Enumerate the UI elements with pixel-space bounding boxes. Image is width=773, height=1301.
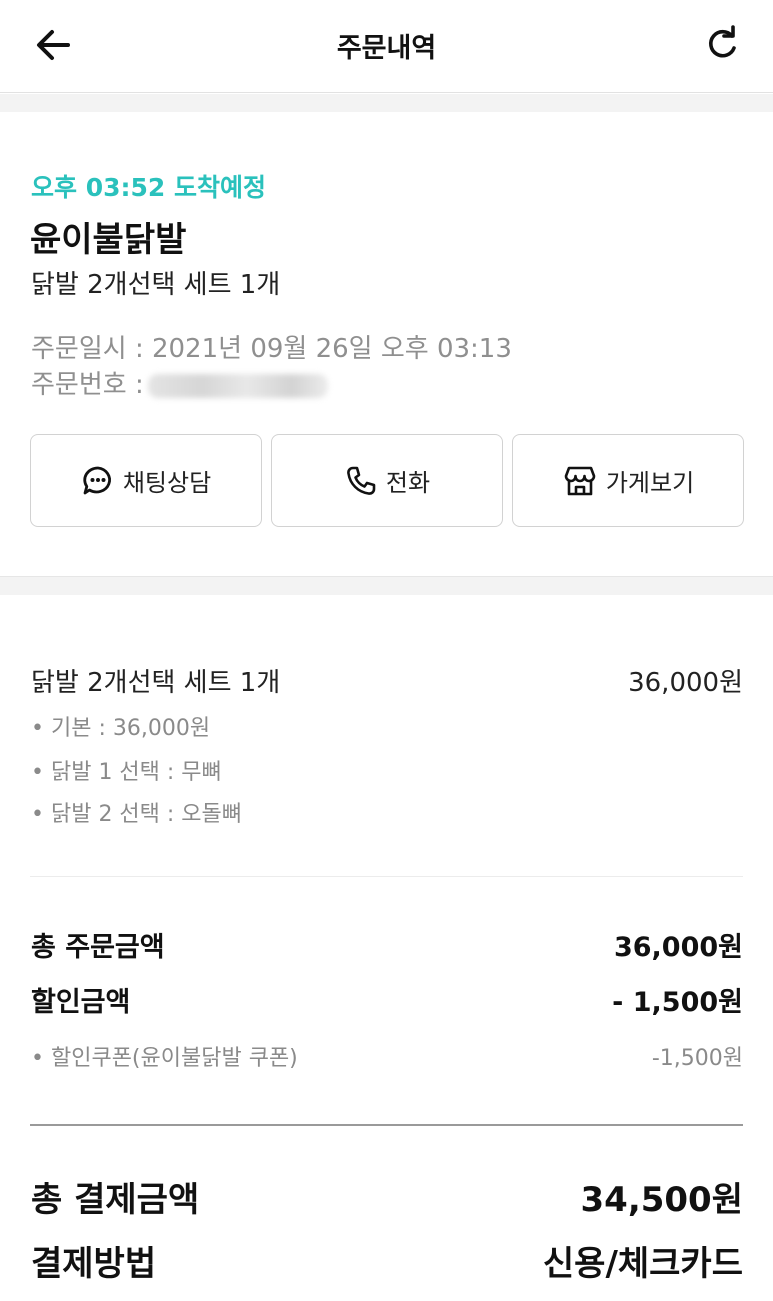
payment-method-row: 결제방법 신용/체크카드 — [31, 1236, 743, 1285]
chat-bubble-icon — [83, 466, 111, 494]
coupon-label: • 할인쿠폰(윤이불닭발 쿠폰) — [31, 1046, 298, 1071]
item-option: • 기본 : 36,000원 — [31, 716, 211, 741]
call-button[interactable]: 전화 — [271, 434, 503, 527]
order-number-redacted — [147, 373, 328, 398]
store-name: 윤이불닭발 — [30, 220, 187, 260]
page-title: 주문내역 — [336, 33, 437, 64]
divider — [30, 876, 743, 877]
refresh-icon — [709, 25, 736, 58]
menu-summary: 닭발 2개선택 세트 1개 — [31, 270, 281, 300]
phone-icon — [347, 466, 376, 495]
view-store-label: 가게보기 — [605, 469, 695, 497]
coupon-value: -1,500원 — [651, 1046, 743, 1071]
total-order-value: 36,000원 — [613, 932, 743, 963]
chat-consult-button[interactable]: 채팅상담 — [30, 434, 262, 527]
item-option: • 닭발 2 선택 : 오돌뼈 — [31, 802, 243, 827]
payment-method-label: 결제방법 — [31, 1244, 157, 1284]
total-order-label: 총 주문금액 — [31, 932, 165, 963]
divider — [30, 1124, 743, 1126]
item-price: 36,000원 — [628, 668, 743, 698]
store-icon — [564, 466, 596, 495]
call-label: 전화 — [385, 469, 431, 497]
view-store-button[interactable]: 가게보기 — [512, 434, 744, 527]
total-payment-row: 총 결제금액 34,500원 — [31, 1172, 743, 1221]
eta-text: 오후 03:52 도착예정 — [31, 173, 266, 202]
item-option: • 닭발 1 선택 : 무뼈 — [31, 760, 222, 785]
order-item-row: 닭발 2개선택 세트 1개 36,000원 — [31, 662, 743, 699]
order-number: 주문번호 : — [31, 364, 328, 401]
payment-method-value: 신용/체크카드 — [542, 1244, 743, 1284]
discount-label: 할인금액 — [31, 987, 131, 1018]
coupon-row: • 할인쿠폰(윤이불닭발 쿠폰) -1,500원 — [31, 1040, 743, 1072]
refresh-button[interactable] — [700, 22, 744, 66]
section-gap — [0, 576, 773, 595]
order-number-label: 주문번호 : — [31, 370, 144, 400]
chat-consult-label: 채팅상담 — [122, 469, 212, 497]
total-payment-label: 총 결제금액 — [31, 1180, 200, 1220]
discount-value: - 1,500원 — [612, 987, 743, 1018]
total-payment-value: 34,500원 — [580, 1180, 743, 1220]
section-gap — [0, 94, 773, 112]
top-bar: 주문내역 — [0, 0, 773, 93]
item-name: 닭발 2개선택 세트 1개 — [31, 668, 281, 698]
total-order-row: 총 주문금액 36,000원 — [31, 925, 743, 964]
order-datetime: 주문일시 : 2021년 09월 26일 오후 03:13 — [31, 334, 512, 364]
discount-row: 할인금액 - 1,500원 — [31, 980, 743, 1019]
